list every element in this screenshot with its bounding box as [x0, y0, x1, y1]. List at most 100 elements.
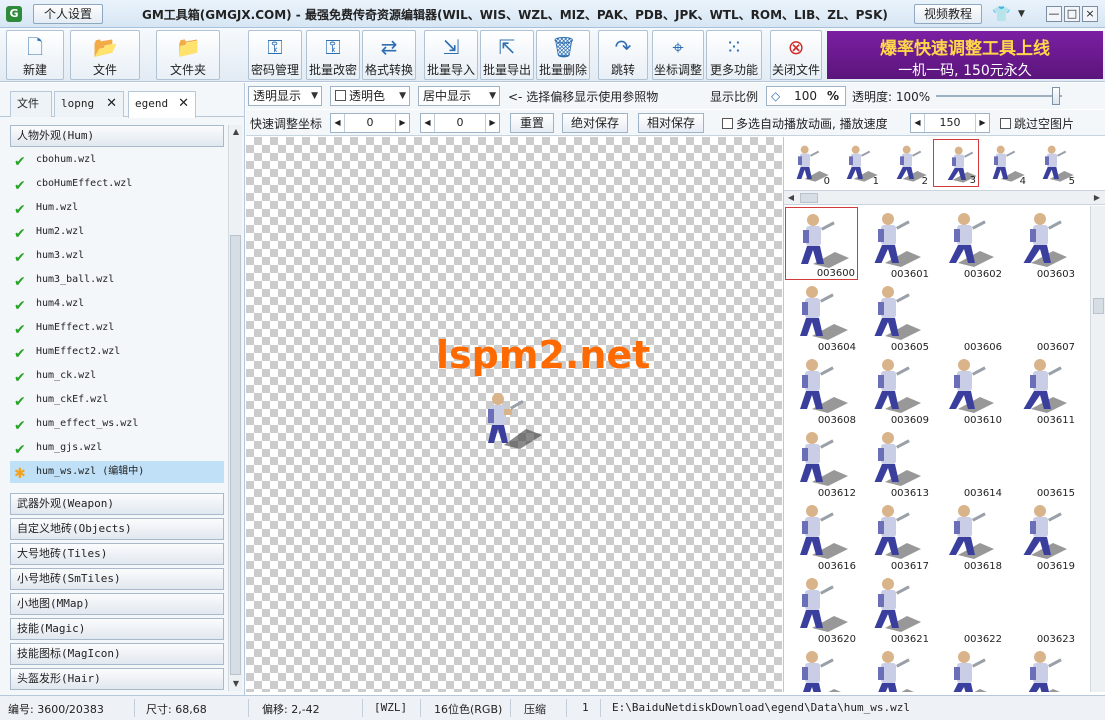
- tab-egend[interactable]: egend ✕: [128, 91, 196, 118]
- grid-frame[interactable]: 003620: [785, 572, 858, 645]
- tree-file-item[interactable]: ✔ hum4.wzl: [10, 293, 224, 315]
- tree-category-header[interactable]: 大号地砖(Tiles): [10, 543, 224, 565]
- grid-frame[interactable]: 003604: [785, 280, 858, 353]
- scroll-left-icon[interactable]: ◀: [784, 191, 798, 205]
- autoplay-option[interactable]: 多选自动播放动画, 播放速度: [722, 115, 888, 132]
- coord-adjust-button[interactable]: ⌖ 坐标调整: [652, 30, 704, 80]
- tree-category-header[interactable]: 技能(Magic): [10, 618, 224, 640]
- tree-file-item[interactable]: ✔ Hum.wzl: [10, 197, 224, 219]
- tree-file-item[interactable]: ✔ hum_ck.wzl: [10, 365, 224, 387]
- grid-frame[interactable]: [785, 645, 858, 692]
- password-manage-button[interactable]: ⚿ 密码管理: [248, 30, 302, 80]
- grid-frame[interactable]: 003621: [858, 572, 931, 645]
- batch-export-button[interactable]: ⇱ 批量导出: [480, 30, 534, 80]
- speed-stepper[interactable]: ◀ 150 ▶: [910, 113, 990, 133]
- transparent-color-select[interactable]: 透明色 ▼: [330, 86, 410, 106]
- grid-scrollbar[interactable]: [1090, 206, 1105, 692]
- batch-import-button[interactable]: ⇲ 批量导入: [424, 30, 478, 80]
- close-window-button[interactable]: ×: [1082, 6, 1098, 22]
- grid-frame[interactable]: 003623: [1004, 572, 1077, 645]
- batch-password-button[interactable]: ⚿ 批量改密: [306, 30, 360, 80]
- grid-frame[interactable]: 003608: [785, 353, 858, 426]
- skip-empty-option[interactable]: 跳过空图片: [1000, 115, 1074, 132]
- decrement-icon[interactable]: ◀: [421, 114, 435, 132]
- absolute-save-button[interactable]: 绝对保存: [562, 113, 628, 133]
- opacity-slider-track[interactable]: [936, 95, 1062, 97]
- tree-file-item[interactable]: ✔ Hum2.wzl: [10, 221, 224, 243]
- open-file-button[interactable]: 📂 文件: [70, 30, 140, 80]
- grid-frame[interactable]: 003605: [858, 280, 931, 353]
- grid-frame[interactable]: 003602: [931, 207, 1004, 280]
- grid-scroll-thumb[interactable]: [1093, 298, 1104, 314]
- scale-input[interactable]: ◇ 100%: [766, 86, 846, 106]
- tree-category-header[interactable]: 技能图标(MagIcon): [10, 643, 224, 665]
- scroll-up-icon[interactable]: ▲: [229, 125, 243, 139]
- tree-scrollbar[interactable]: ▲ ▼: [228, 125, 242, 691]
- tree-file-item[interactable]: ✔ hum3_ball.wzl: [10, 269, 224, 291]
- increment-icon[interactable]: ▶: [485, 114, 499, 132]
- tab-lopng[interactable]: lopng ✕: [54, 91, 124, 117]
- strip-frame[interactable]: 4: [982, 139, 1028, 187]
- tree-file-item[interactable]: ✔ hum3.wzl: [10, 245, 224, 267]
- strip-frame[interactable]: 1: [835, 139, 881, 187]
- grid-frame[interactable]: 003618: [931, 499, 1004, 572]
- scroll-down-icon[interactable]: ▼: [229, 677, 243, 691]
- tree-file-item[interactable]: ✔ hum_gjs.wzl: [10, 437, 224, 459]
- align-select[interactable]: 居中显示 ▼: [418, 86, 500, 106]
- tree-category-header[interactable]: 自定义地砖(Objects): [10, 518, 224, 540]
- maximize-button[interactable]: □: [1064, 6, 1080, 22]
- autoplay-checkbox[interactable]: [722, 118, 733, 129]
- video-tutorial-button[interactable]: 视频教程: [914, 4, 982, 24]
- grid-frame[interactable]: [858, 645, 931, 692]
- tree-category-header[interactable]: 小号地砖(SmTiles): [10, 568, 224, 590]
- grid-frame[interactable]: 003616: [785, 499, 858, 572]
- grid-frame[interactable]: 003622: [931, 572, 1004, 645]
- grid-frame[interactable]: 003600: [785, 207, 858, 280]
- decrement-icon[interactable]: ◀: [331, 114, 345, 132]
- strip-frame[interactable]: 5: [1031, 139, 1077, 187]
- grid-frame[interactable]: 003617: [858, 499, 931, 572]
- close-tab-icon[interactable]: ✕: [106, 92, 117, 116]
- grid-frame[interactable]: 003614: [931, 426, 1004, 499]
- grid-frame[interactable]: 003601: [858, 207, 931, 280]
- coord-y-stepper[interactable]: ◀ 0 ▶: [420, 113, 500, 133]
- grid-frame[interactable]: [1004, 645, 1077, 692]
- grid-frame[interactable]: 003615: [1004, 426, 1077, 499]
- strip-frame[interactable]: 0: [786, 139, 832, 187]
- category-hum[interactable]: 人物外观(Hum): [10, 125, 224, 147]
- grid-frame[interactable]: 003609: [858, 353, 931, 426]
- new-button[interactable]: 🗋 新建: [6, 30, 64, 80]
- opacity-slider-thumb[interactable]: [1052, 87, 1060, 105]
- tree-file-item[interactable]: ✔ cbohum.wzl: [10, 149, 224, 171]
- tab-file[interactable]: 文件: [10, 91, 52, 117]
- grid-frame[interactable]: 003610: [931, 353, 1004, 426]
- tree-category-header[interactable]: 武器外观(Weapon): [10, 493, 224, 515]
- tree-file-item[interactable]: ✔ hum_effect_ws.wzl: [10, 413, 224, 435]
- increment-icon[interactable]: ▶: [975, 114, 989, 132]
- coord-x-stepper[interactable]: ◀ 0 ▶: [330, 113, 410, 133]
- skip-empty-checkbox[interactable]: [1000, 118, 1011, 129]
- skin-shirt-icon[interactable]: 👕: [992, 5, 1011, 23]
- close-tab-icon[interactable]: ✕: [178, 92, 189, 116]
- grid-frame[interactable]: 003603: [1004, 207, 1077, 280]
- preview-canvas[interactable]: lspm2.net: [246, 137, 782, 692]
- reset-button[interactable]: 重置: [510, 113, 554, 133]
- tree-category-header[interactable]: 头盔发形(Hair): [10, 668, 224, 690]
- decrement-icon[interactable]: ◀: [911, 114, 925, 132]
- grid-frame[interactable]: 003611: [1004, 353, 1077, 426]
- increment-icon[interactable]: ▶: [395, 114, 409, 132]
- open-folder-button[interactable]: 📁 文件夹: [156, 30, 220, 80]
- tree-category-header[interactable]: 小地图(MMap): [10, 593, 224, 615]
- grid-frame[interactable]: 003613: [858, 426, 931, 499]
- grid-frame[interactable]: 003606: [931, 280, 1004, 353]
- format-convert-button[interactable]: ⇄ 格式转换: [362, 30, 416, 80]
- transparent-checkbox[interactable]: [335, 90, 346, 101]
- personal-settings-button[interactable]: 个人设置: [33, 4, 103, 24]
- jump-button[interactable]: ↷ 跳转: [598, 30, 648, 80]
- grid-frame[interactable]: 003612: [785, 426, 858, 499]
- scroll-right-icon[interactable]: ▶: [1090, 191, 1104, 205]
- close-file-button[interactable]: ⊗ 关闭文件: [770, 30, 822, 80]
- grid-frame[interactable]: 003607: [1004, 280, 1077, 353]
- tree-file-item[interactable]: ✔ HumEffect.wzl: [10, 317, 224, 339]
- strip-frame[interactable]: 3: [933, 139, 979, 187]
